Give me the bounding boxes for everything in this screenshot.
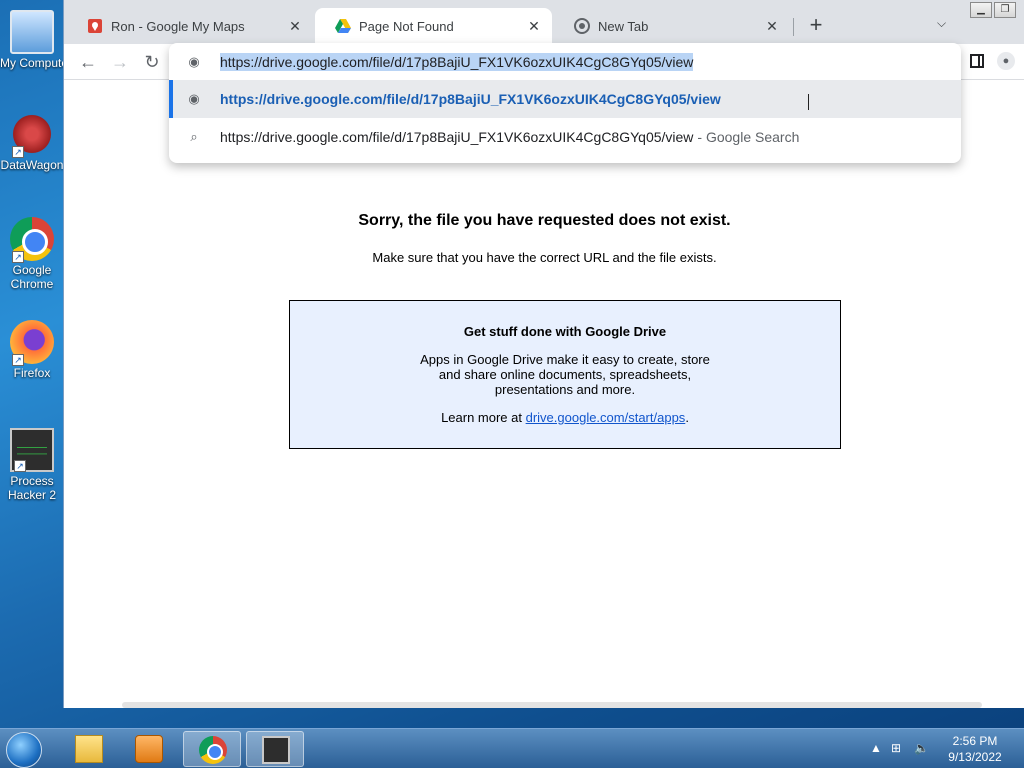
address-bar[interactable]: ◉ https://drive.google.com/file/d/17p8Ba… xyxy=(169,43,961,81)
tab-new-tab[interactable]: New Tab ✕ xyxy=(554,8,790,44)
shortcut-arrow-icon: ↗ xyxy=(14,460,26,472)
computer-icon xyxy=(10,10,54,54)
folder-icon xyxy=(75,735,103,763)
info-box-heading: Get stuff done with Google Drive xyxy=(463,324,667,339)
page-subtitle: Make sure that you have the correct URL … xyxy=(372,250,717,265)
address-input[interactable]: https://drive.google.com/file/d/17p8Baji… xyxy=(220,53,694,71)
minimize-button[interactable]: ▁ xyxy=(970,2,992,18)
learn-more-suffix: . xyxy=(685,410,689,425)
firefox-icon: ↗ xyxy=(10,320,54,366)
tab-divider xyxy=(793,18,794,36)
maps-pin-icon xyxy=(88,19,102,33)
chrome-icon xyxy=(199,736,227,764)
volume-icon[interactable]: 🔈 xyxy=(914,741,929,755)
taskbar-process-hacker[interactable] xyxy=(246,731,304,767)
page-title: Sorry, the file you have requested does … xyxy=(358,212,731,229)
tab-page-not-found[interactable]: Page Not Found ✕ xyxy=(315,8,552,44)
tab-title: Page Not Found xyxy=(359,18,454,34)
network-icon[interactable]: ⊞ xyxy=(891,741,901,755)
info-box-text: Apps in Google Drive make it easy to cre… xyxy=(420,352,710,397)
desktop-icon-label: Firefox xyxy=(13,366,51,380)
taskbar-explorer[interactable] xyxy=(60,731,118,767)
taskbar-chrome[interactable] xyxy=(183,731,241,767)
clock-time: 2:56 PM xyxy=(952,734,998,748)
restore-button[interactable]: ❐ xyxy=(994,2,1016,18)
show-hidden-icons-icon[interactable]: ▲ xyxy=(870,741,882,755)
desktop-icon-google-chrome[interactable]: ↗ Google Chrome xyxy=(0,217,64,291)
page-content: Sorry, the file you have requested does … xyxy=(64,80,1024,708)
desktop-icon-datawagon[interactable]: ↗ DataWagon xyxy=(0,112,64,172)
chrome-icon: ↗ xyxy=(10,217,54,263)
forward-button[interactable]: → xyxy=(108,50,132,74)
start-button[interactable] xyxy=(6,732,42,768)
new-tab-button[interactable]: + xyxy=(804,14,828,38)
tab-title: Ron - Google My Maps xyxy=(111,18,245,34)
datawagon-icon: ↗ xyxy=(10,112,54,158)
tab-title: New Tab xyxy=(598,18,649,34)
learn-more: Learn more at drive.google.com/start/app… xyxy=(290,410,840,425)
tab-google-my-maps[interactable]: Ron - Google My Maps ✕ xyxy=(67,8,313,44)
reload-button[interactable]: ↻ xyxy=(140,50,164,74)
chevron-down-icon[interactable]: ⌵ xyxy=(937,16,946,31)
browser-window: Ron - Google My Maps ✕ Page Not Found ✕ … xyxy=(63,0,1024,708)
close-icon[interactable]: ✕ xyxy=(764,18,780,34)
learn-more-prefix: Learn more at xyxy=(441,410,526,425)
process-hacker-icon: ↗ xyxy=(10,428,54,472)
desktop-icon-label: Process Hacker 2 xyxy=(7,474,57,502)
desktop-icon-my-computer[interactable]: My Computer xyxy=(0,10,73,70)
horizontal-scrollbar[interactable] xyxy=(122,702,982,708)
drive-info-box: Get stuff done with Google Drive Apps in… xyxy=(289,300,841,449)
desktop-icon-process-hacker[interactable]: ↗ Process Hacker 2 xyxy=(0,428,64,502)
desktop-icon-label: DataWagon xyxy=(0,158,64,172)
desktop-icon-label: Google Chrome xyxy=(10,263,54,291)
chrome-icon xyxy=(574,18,590,34)
back-button[interactable]: ← xyxy=(76,50,100,74)
system-clock[interactable]: 2:56 PM 9/13/2022 xyxy=(940,733,1010,765)
desktop-icon-label: My Computer xyxy=(0,56,73,70)
process-hacker-icon xyxy=(262,736,290,764)
desktop-icon-firefox[interactable]: ↗ Firefox xyxy=(0,320,64,380)
clock-date: 9/13/2022 xyxy=(948,750,1002,764)
info-box-body: Apps in Google Drive make it easy to cre… xyxy=(290,352,840,397)
shortcut-arrow-icon: ↗ xyxy=(12,146,24,158)
taskbar-media-player[interactable] xyxy=(120,731,178,767)
close-icon[interactable]: ✕ xyxy=(526,18,542,34)
shortcut-arrow-icon: ↗ xyxy=(12,251,24,263)
globe-icon: ◉ xyxy=(188,54,200,69)
close-icon[interactable]: ✕ xyxy=(287,18,303,34)
drive-apps-link[interactable]: drive.google.com/start/apps xyxy=(526,410,686,425)
media-player-icon xyxy=(135,735,163,763)
google-drive-icon xyxy=(335,19,351,33)
taskbar: ▲ ⊞ 🔈 2:56 PM 9/13/2022 xyxy=(0,728,1024,768)
tab-strip: Ron - Google My Maps ✕ Page Not Found ✕ … xyxy=(64,0,1024,44)
profile-icon[interactable]: ● xyxy=(997,52,1015,70)
side-panel-icon[interactable] xyxy=(970,54,984,68)
shortcut-arrow-icon: ↗ xyxy=(12,354,24,366)
